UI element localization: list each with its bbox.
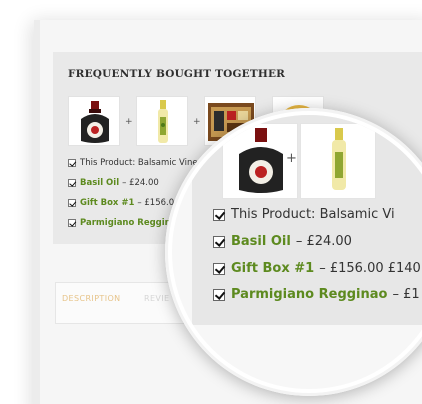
plus-icon: + bbox=[125, 117, 133, 127]
product-price: – £156.00 £140.0 bbox=[319, 261, 422, 276]
product-row-parmigiano-zoomed[interactable]: Parmigiano Regginao – £1 bbox=[213, 287, 420, 302]
checkbox[interactable] bbox=[68, 219, 76, 227]
product-price: – £24.00 bbox=[295, 234, 352, 249]
plus-icon: + bbox=[286, 151, 297, 166]
product-link[interactable]: Basil Oil bbox=[80, 178, 119, 188]
product-row-gift-box[interactable]: Gift Box #1 – £156.00 bbox=[68, 198, 180, 208]
product-link[interactable]: Parmigiano Regginao bbox=[231, 287, 387, 302]
tab-description[interactable]: DESCRIPTION bbox=[62, 294, 121, 303]
section-title: FREQUENTLY BOUGHT TOGETHER bbox=[68, 68, 286, 80]
page-edge bbox=[34, 20, 40, 404]
tab-reviews[interactable]: REVIE bbox=[144, 294, 170, 303]
checkbox[interactable] bbox=[213, 208, 225, 221]
product-price: – £1 bbox=[392, 287, 420, 302]
product-price: – £24.00 bbox=[122, 178, 159, 188]
product-link[interactable]: Basil Oil bbox=[231, 234, 291, 249]
magnified-view: + This Product: Balsamic Vi Basil Oil – … bbox=[172, 115, 422, 389]
basil-oil-thumbnail-zoomed[interactable] bbox=[300, 123, 376, 199]
checkbox[interactable] bbox=[68, 159, 76, 167]
balsamic-bottle-icon bbox=[81, 101, 109, 143]
checkbox[interactable] bbox=[213, 262, 225, 275]
product-row-gift-box-zoomed[interactable]: Gift Box #1 – £156.00 £140.0 bbox=[213, 261, 422, 276]
checkbox[interactable] bbox=[68, 199, 76, 207]
checkbox[interactable] bbox=[213, 288, 225, 301]
basil-oil-bottle-icon bbox=[332, 128, 346, 190]
balsamic-bottle-thumbnail[interactable] bbox=[68, 96, 120, 146]
product-link[interactable]: Gift Box #1 bbox=[80, 198, 134, 208]
product-link[interactable]: Gift Box #1 bbox=[231, 261, 314, 276]
checkbox[interactable] bbox=[68, 179, 76, 187]
product-row-basil-oil[interactable]: Basil Oil – £24.00 bbox=[68, 178, 159, 188]
product-row-basil-oil-zoomed[interactable]: Basil Oil – £24.00 bbox=[213, 234, 352, 249]
this-product-label: This Product: Balsamic Vi bbox=[231, 207, 395, 222]
screenshot-stage: FREQUENTLY BOUGHT TOGETHER + + + bbox=[0, 0, 422, 404]
checkbox[interactable] bbox=[213, 235, 225, 248]
this-product-row-zoomed[interactable]: This Product: Balsamic Vi bbox=[213, 207, 395, 222]
